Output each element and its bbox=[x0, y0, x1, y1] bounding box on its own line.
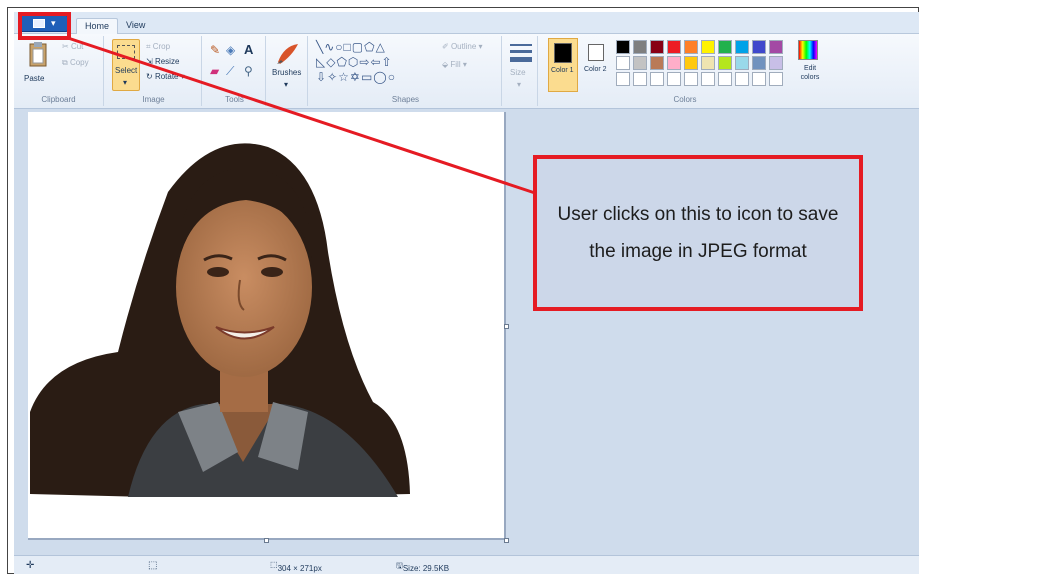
annotation-callout: User clicks on this to icon to save the … bbox=[533, 155, 863, 311]
annotation-arrow-line bbox=[67, 36, 536, 195]
annotation-arrow bbox=[67, 36, 536, 195]
annotation-text: User clicks on this to icon to save the … bbox=[557, 204, 839, 262]
